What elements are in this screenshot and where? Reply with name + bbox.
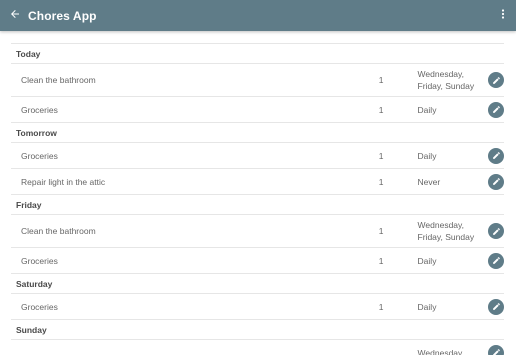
arrow-back-icon — [9, 7, 21, 25]
chore-frequency: Daily — [417, 104, 437, 115]
back-button[interactable] — [2, 0, 28, 31]
chore-count: 1 — [378, 226, 384, 236]
chore-name: Groceries — [21, 301, 58, 312]
chore-count: 1 — [378, 75, 384, 85]
chore-name: Clean the bathroom — [21, 226, 96, 236]
chore-row[interactable]: Repair light in the attic 1 Never — [11, 169, 504, 195]
section-header-sunday: Sunday — [11, 320, 504, 340]
chore-list[interactable]: Today Clean the bathroom 1 Wednesday, Frida… — [11, 43, 504, 355]
overflow-menu-button[interactable] — [492, 0, 514, 31]
chore-name: Groceries — [21, 104, 58, 115]
chore-row[interactable]: Groceries 1 Daily — [11, 143, 504, 169]
chore-count: 1 — [378, 301, 384, 312]
pencil-icon — [492, 105, 501, 114]
pencil-icon — [492, 348, 501, 355]
edit-button[interactable] — [488, 72, 504, 88]
section-header-today: Today — [11, 44, 504, 64]
edit-button[interactable] — [488, 252, 504, 269]
section-header-saturday: Saturday — [11, 274, 504, 294]
chore-frequency: Daily — [417, 301, 437, 312]
chore-row[interactable]: Groceries 1 Daily — [11, 248, 504, 274]
pencil-icon — [492, 76, 501, 85]
chore-count: 1 — [378, 150, 384, 161]
chore-frequency: Never — [417, 176, 441, 187]
chore-row[interactable]: Clean the bathroom 1 Wednesday, Friday, Su… — [11, 215, 504, 248]
pencil-icon — [492, 177, 501, 186]
pencil-icon — [492, 256, 501, 265]
section-header-tomorrow: Tomorrow — [11, 123, 504, 143]
section-header-friday: Friday — [11, 195, 504, 215]
more-vert-icon — [497, 7, 509, 25]
chore-name: Groceries — [21, 255, 58, 266]
edit-button[interactable] — [488, 298, 504, 315]
edit-button[interactable] — [488, 344, 504, 355]
chore-count: 1 — [378, 176, 384, 187]
chore-frequency: Daily — [417, 150, 437, 161]
chore-frequency: Wednesday, Friday, Sunday — [417, 69, 475, 91]
app-title: Chores App — [28, 8, 97, 23]
chore-row[interactable]: Groceries 1 Daily — [11, 294, 504, 320]
chore-row[interactable]: Groceries 1 Daily — [11, 97, 504, 123]
chore-row[interactable]: Wednesday, — [11, 340, 504, 355]
chore-name: Groceries — [21, 150, 58, 161]
chore-name: Clean the bathroom — [21, 75, 96, 85]
app-bar: Chores App — [0, 0, 516, 31]
edit-button[interactable] — [488, 147, 504, 164]
chore-frequency: Wednesday, Friday, Sunday — [417, 220, 475, 242]
edit-button[interactable] — [488, 223, 504, 239]
pencil-icon — [492, 151, 501, 160]
edit-button[interactable] — [488, 101, 504, 118]
chore-count: 1 — [378, 104, 384, 115]
pencil-icon — [492, 227, 501, 236]
chore-frequency: Wednesday, — [417, 347, 465, 355]
pencil-icon — [492, 302, 501, 311]
chore-frequency: Daily — [417, 255, 437, 266]
chore-count: 1 — [378, 255, 384, 266]
chore-name: Repair light in the attic — [21, 176, 106, 187]
edit-button[interactable] — [488, 173, 504, 190]
chore-row[interactable]: Clean the bathroom 1 Wednesday, Friday, Su… — [11, 64, 504, 97]
